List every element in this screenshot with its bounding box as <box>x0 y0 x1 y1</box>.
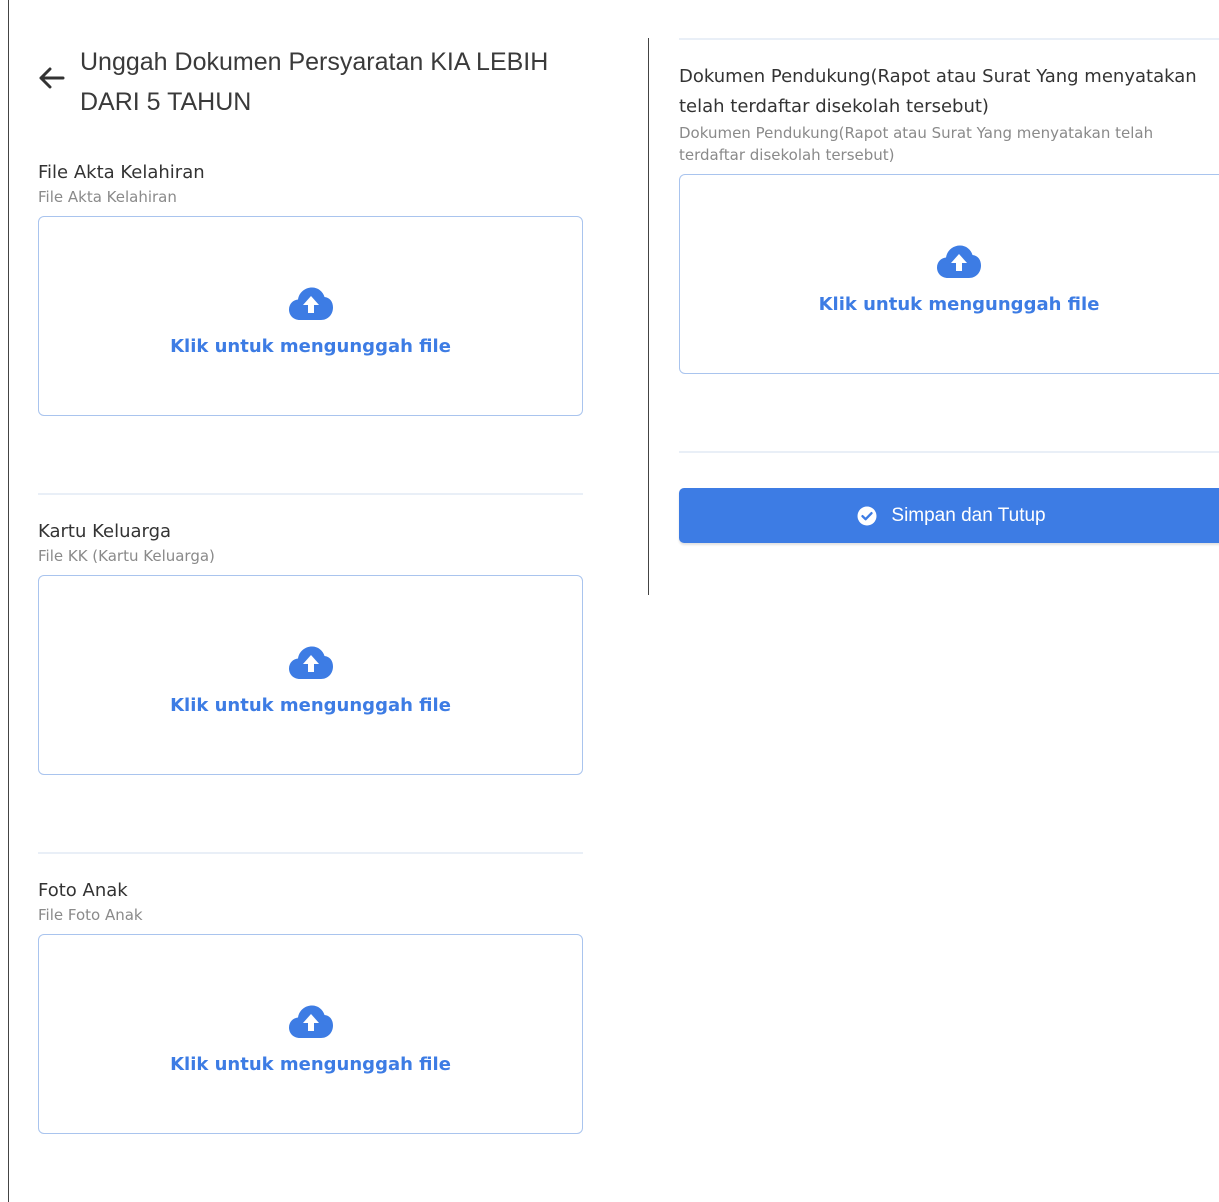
page-title: Unggah Dokumen Persyaratan KIA LEBIH DAR… <box>80 48 549 116</box>
upload-text: Klik untuk mengunggah file <box>170 1053 451 1075</box>
field-label: File Akta Kelahiran <box>38 162 205 183</box>
save-and-close-button[interactable]: Simpan dan Tutup <box>679 488 1219 543</box>
save-button-label: Simpan dan Tutup <box>891 504 1046 526</box>
column-separator <box>648 38 649 595</box>
check-circle-icon <box>857 506 877 525</box>
upload-dropzone-akta[interactable]: Klik untuk mengunggah file <box>38 216 583 416</box>
section-divider <box>38 852 583 854</box>
field-dokumen-pendukung: Dokumen Pendukung(Rapot atau Surat Yang … <box>679 62 1219 374</box>
back-button[interactable] <box>38 64 66 92</box>
field-hint: Dokumen Pendukung(Rapot atau Surat Yang … <box>679 124 1154 164</box>
field-hint: File Foto Anak <box>38 906 143 924</box>
upload-text: Klik untuk mengunggah file <box>818 293 1100 315</box>
section-divider <box>38 493 583 495</box>
field-foto-anak: Foto Anak File Foto Anak Klik untuk meng… <box>38 878 583 1134</box>
upload-text: Klik untuk mengunggah file <box>170 694 451 716</box>
field-kartu-keluarga: Kartu Keluarga File KK (Kartu Keluarga) … <box>38 519 583 775</box>
cloud-upload-icon <box>288 287 333 320</box>
section-divider <box>679 451 1219 453</box>
field-hint: File KK (Kartu Keluarga) <box>38 547 215 565</box>
upload-dropzone-foto[interactable]: Klik untuk mengunggah file <box>38 934 583 1134</box>
section-divider <box>679 38 1219 40</box>
field-akta-kelahiran: File Akta Kelahiran File Akta Kelahiran … <box>38 160 583 416</box>
upload-text: Klik untuk mengunggah file <box>170 335 451 357</box>
page-header: Unggah Dokumen Persyaratan KIA LEBIH DAR… <box>38 42 598 122</box>
upload-dropzone-kk[interactable]: Klik untuk mengunggah file <box>38 575 583 775</box>
cloud-upload-icon <box>288 1005 333 1038</box>
field-label: Kartu Keluarga <box>38 521 172 542</box>
field-label: Foto Anak <box>38 880 128 901</box>
left-border-line <box>8 0 9 1202</box>
upload-dropzone-pendukung[interactable]: Klik untuk mengunggah file <box>679 174 1219 374</box>
arrow-left-icon <box>39 67 65 89</box>
field-label: Dokumen Pendukung(Rapot atau Surat Yang … <box>679 66 1197 117</box>
field-hint: File Akta Kelahiran <box>38 188 177 206</box>
cloud-upload-icon <box>288 646 333 679</box>
cloud-upload-icon <box>937 245 981 278</box>
